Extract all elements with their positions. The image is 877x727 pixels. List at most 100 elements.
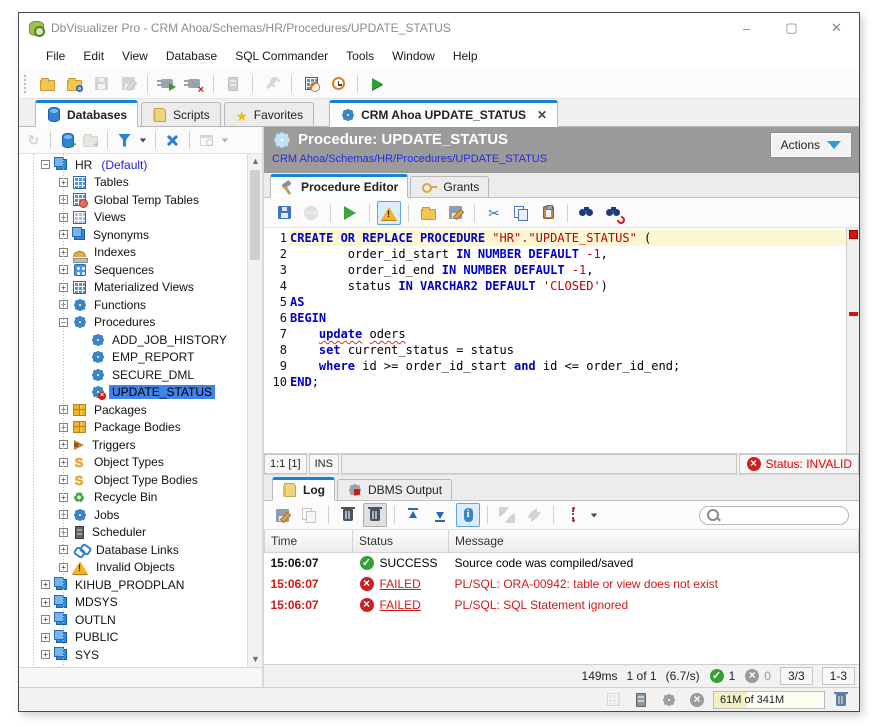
maximize-button[interactable]: ▢ xyxy=(769,13,814,43)
tree-label[interactable]: SYS xyxy=(72,648,102,662)
expand-node-icon[interactable]: + xyxy=(59,283,68,292)
actions-button[interactable]: Actions xyxy=(771,133,851,157)
tree-item-packages[interactable]: +Packages xyxy=(19,401,247,419)
paste-button[interactable] xyxy=(536,201,560,225)
expand-node-icon[interactable]: + xyxy=(59,178,68,187)
open-folder-button[interactable] xyxy=(35,72,59,96)
save-source-button[interactable] xyxy=(272,201,296,225)
tree-label[interactable]: Scheduler xyxy=(89,525,149,539)
status-gear-button[interactable] xyxy=(657,688,681,712)
code-line-3[interactable]: order_id_end IN NUMBER DEFAULT -1, xyxy=(290,262,846,278)
bookmark-go-button[interactable] xyxy=(365,72,389,96)
tree-item-public[interactable]: +PUBLIC xyxy=(19,629,247,647)
tree-label[interactable]: Views xyxy=(91,210,129,224)
info-button[interactable] xyxy=(456,503,480,527)
expand-node-icon[interactable]: + xyxy=(59,248,68,257)
tab-scripts[interactable]: Scripts xyxy=(141,102,221,126)
expand-node-icon[interactable]: + xyxy=(59,265,68,274)
expand-node-icon[interactable]: + xyxy=(59,510,68,519)
status-grid-button[interactable] xyxy=(601,688,625,712)
scroll-up-icon[interactable]: ▲ xyxy=(248,154,262,169)
tree-item-outln[interactable]: + OUTLN xyxy=(19,611,247,629)
scroll-down-icon[interactable]: ▼ xyxy=(248,652,262,667)
execute-button[interactable] xyxy=(338,201,362,225)
tree-item-procedures[interactable]: −Procedures xyxy=(19,314,247,332)
code-line-7[interactable]: update oders xyxy=(290,326,846,342)
tab-dbms-output[interactable]: DBMS Output xyxy=(337,479,452,500)
collapse-node-icon[interactable]: − xyxy=(59,318,68,327)
tab-favorites[interactable]: ★ Favorites xyxy=(224,102,314,126)
tree-label[interactable]: UPDATE_STATUS xyxy=(109,385,215,399)
tree-label[interactable]: Object Type Bodies xyxy=(91,473,201,487)
log-row-1[interactable]: 15:06:07SUCCESSSource code was compiled/… xyxy=(265,552,859,573)
tree-label[interactable]: Database Links xyxy=(93,543,182,557)
tree-label[interactable]: Recycle Bin xyxy=(91,490,160,504)
tree-label[interactable]: OUTLN xyxy=(72,613,119,627)
tree-label[interactable]: Functions xyxy=(91,298,149,312)
status-server-button[interactable] xyxy=(629,688,653,712)
tree-item-triggers[interactable]: +Triggers xyxy=(19,436,247,454)
tree-item-indexes[interactable]: +Indexes xyxy=(19,244,247,262)
expand-node-icon[interactable]: + xyxy=(41,615,50,624)
code-line-6[interactable]: BEGIN xyxy=(290,310,846,326)
tree-label[interactable]: Packages xyxy=(91,403,150,417)
memory-indicator[interactable]: 61M of 341M xyxy=(713,691,825,709)
refresh-button[interactable]: ↻ xyxy=(23,130,44,151)
tree-label[interactable]: PUBLIC xyxy=(72,630,121,644)
scroll-top-button[interactable] xyxy=(402,503,426,527)
expand-node-icon[interactable]: + xyxy=(41,650,50,659)
tree-item-object-types[interactable]: +SObject Types xyxy=(19,454,247,472)
menu-view[interactable]: View xyxy=(113,46,157,66)
menu-help[interactable]: Help xyxy=(444,46,487,66)
expand-node-icon[interactable]: + xyxy=(59,213,68,222)
tree-label[interactable]: Sequences xyxy=(91,263,157,277)
tree-label[interactable]: Materialized Views xyxy=(91,280,197,294)
tools-button[interactable] xyxy=(260,72,284,96)
code-line-2[interactable]: order_id_start IN NUMBER DEFAULT -1, xyxy=(290,246,846,262)
tree-label[interactable]: SECURE_DML xyxy=(109,368,197,382)
menu-sql-commander[interactable]: SQL Commander xyxy=(226,46,337,66)
tree-item-add-job-history[interactable]: ADD_JOB_HISTORY xyxy=(19,331,247,349)
tree-item-views[interactable]: + Views xyxy=(19,209,247,227)
log-row-3[interactable]: 15:06:07FAILEDPL/SQL: SQL Statement igno… xyxy=(265,594,859,615)
col-header-message[interactable]: Message xyxy=(449,530,859,552)
minimize-button[interactable]: – xyxy=(724,13,769,43)
tree-label[interactable]: Jobs xyxy=(91,508,122,522)
menu-window[interactable]: Window xyxy=(383,46,444,66)
expand-node-icon[interactable]: + xyxy=(59,195,68,204)
dropdown-caret-button[interactable] xyxy=(137,130,149,151)
tab-databases[interactable]: Databases xyxy=(35,100,138,127)
stop-button[interactable] xyxy=(299,201,323,225)
log-search-input[interactable] xyxy=(724,509,842,521)
tree-item-update-status[interactable]: ×UPDATE_STATUS xyxy=(19,384,247,402)
tree-label[interactable]: KIHUB_PRODPLAN xyxy=(72,578,187,592)
save-as-button[interactable] xyxy=(116,72,140,96)
expand-node-icon[interactable]: + xyxy=(41,598,50,607)
expand-node-icon[interactable]: + xyxy=(59,545,68,554)
tree-item-tables[interactable]: +Tables xyxy=(19,174,247,192)
find-replace-button[interactable] xyxy=(602,201,626,225)
scrollbar-thumb[interactable] xyxy=(250,170,260,260)
expand-node-icon[interactable]: + xyxy=(59,563,68,572)
db-add-button[interactable] xyxy=(57,130,78,151)
tree-label[interactable]: Synonyms xyxy=(90,228,152,242)
tree-label[interactable]: EMP_REPORT xyxy=(109,350,197,364)
clear-button[interactable] xyxy=(336,503,360,527)
log-status-text[interactable]: FAILED xyxy=(380,598,421,612)
col-header-time[interactable]: Time xyxy=(265,530,353,552)
gc-trash-button[interactable] xyxy=(829,688,853,712)
sql-editor[interactable]: 12345678910 CREATE OR REPLACE PROCEDURE … xyxy=(264,228,859,454)
grid-monitor-button[interactable] xyxy=(299,72,323,96)
log-row-2[interactable]: 15:06:07FAILEDPL/SQL: ORA-00942: table o… xyxy=(265,573,859,594)
error-strip-top-marker[interactable] xyxy=(849,230,858,239)
code-line-1[interactable]: CREATE OR REPLACE PROCEDURE "HR"."UPDATE… xyxy=(290,230,846,246)
close-button[interactable]: ✕ xyxy=(814,13,859,43)
menu-file[interactable]: File xyxy=(37,46,74,66)
tree-label[interactable]: Triggers xyxy=(89,438,139,452)
expand-node-icon[interactable]: + xyxy=(59,423,68,432)
clock-page-button[interactable] xyxy=(326,72,350,96)
expand-node-icon[interactable]: + xyxy=(59,475,68,484)
tab-object-update-status[interactable]: CRM Ahoa UPDATE_STATUS ✕ xyxy=(329,100,558,127)
save-as-button[interactable] xyxy=(443,201,467,225)
tree-item-functions[interactable]: +Functions xyxy=(19,296,247,314)
